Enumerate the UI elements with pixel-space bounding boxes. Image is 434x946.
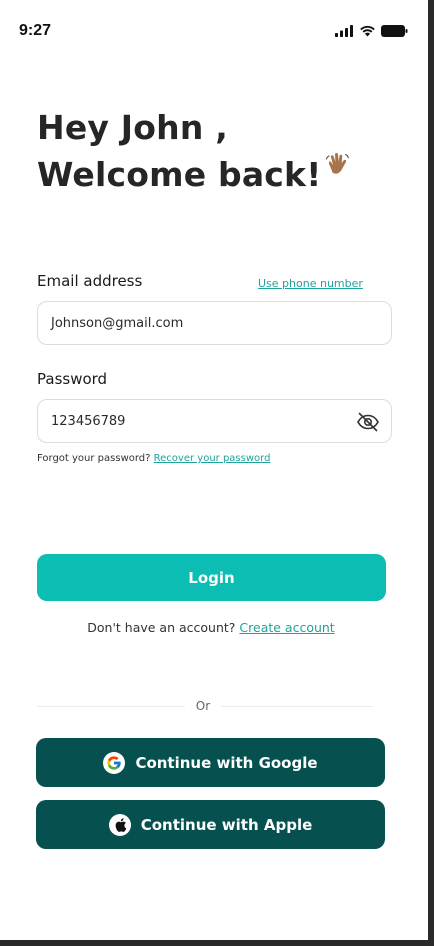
welcome-line: Welcome back! (37, 151, 351, 198)
wifi-icon (360, 25, 375, 37)
status-time: 9:27 (19, 22, 52, 39)
divider-right (221, 706, 373, 707)
no-account-text: Don't have an account? (87, 620, 236, 635)
apple-icon (108, 813, 131, 836)
continue-with-apple-button[interactable]: Continue with Apple (36, 800, 385, 849)
recover-password-link[interactable]: Recover your password (154, 453, 271, 464)
greeting-text: Hey John , (37, 108, 228, 147)
welcome-text: Welcome back! (37, 155, 322, 194)
login-button[interactable]: Login (37, 554, 386, 601)
signup-prompt: Don't have an account? Create account (0, 620, 422, 635)
eye-off-icon[interactable] (356, 410, 380, 434)
email-field[interactable]: Johnson@gmail.com (37, 301, 392, 345)
password-value: 123456789 (51, 413, 126, 429)
login-screen: 9:27 Hey John , Welcome back! Email addr… (0, 0, 428, 940)
forgot-password-text: Forgot your password? (37, 453, 151, 464)
password-field[interactable]: 123456789 (37, 399, 392, 443)
google-icon (103, 751, 126, 774)
waving-hand-icon (323, 143, 351, 190)
email-label: Email address (37, 272, 143, 290)
status-icons (335, 25, 408, 37)
continue-with-google-button[interactable]: Continue with Google (36, 738, 385, 787)
battery-icon (381, 25, 408, 37)
status-bar: 9:27 (0, 0, 428, 60)
forgot-password-row: Forgot your password? Recover your passw… (37, 453, 270, 464)
continue-with-apple-label: Continue with Apple (140, 815, 313, 834)
login-button-label: Login (188, 568, 235, 587)
create-account-link[interactable]: Create account (239, 620, 334, 635)
welcome-heading: Hey John , Welcome back! (37, 104, 351, 198)
cellular-signal-icon (335, 25, 353, 37)
use-phone-number-link[interactable]: Use phone number (258, 277, 363, 290)
continue-with-google-label: Continue with Google (135, 753, 318, 772)
email-value: Johnson@gmail.com (51, 315, 184, 331)
password-label: Password (37, 370, 108, 388)
